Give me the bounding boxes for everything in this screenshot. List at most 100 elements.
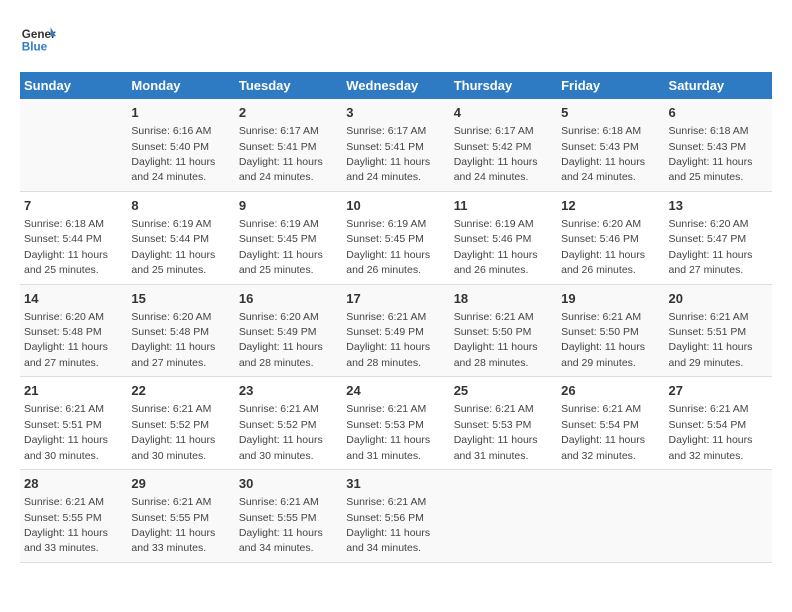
calendar-cell: 17 Sunrise: 6:21 AMSunset: 5:49 PMDayligh… <box>342 284 449 377</box>
day-number: 4 <box>454 104 553 122</box>
day-number: 7 <box>24 197 123 215</box>
day-number: 24 <box>346 382 445 400</box>
day-number: 14 <box>24 290 123 308</box>
week-row-5: 28 Sunrise: 6:21 AMSunset: 5:55 PMDayligh… <box>20 470 772 563</box>
day-info: Sunrise: 6:17 AMSunset: 5:41 PMDaylight:… <box>239 125 323 183</box>
day-info: Sunrise: 6:21 AMSunset: 5:55 PMDaylight:… <box>239 496 323 554</box>
calendar-cell: 19Sunrise: 6:21 AMSunset: 5:50 PMDayligh… <box>557 284 664 377</box>
day-number: 13 <box>669 197 768 215</box>
page-header: General Blue <box>20 20 772 56</box>
day-number: 18 <box>454 290 553 308</box>
day-info: Sunrise: 6:20 AMSunset: 5:49 PMDaylight:… <box>239 311 323 369</box>
day-header-tuesday: Tuesday <box>235 72 342 99</box>
day-info: Sunrise: 6:21 AMSunset: 5:55 PMDaylight:… <box>24 496 108 554</box>
day-header-thursday: Thursday <box>450 72 557 99</box>
week-row-3: 14 Sunrise: 6:20 AMSunset: 5:48 PMDayligh… <box>20 284 772 377</box>
day-info: Sunrise: 6:21 AMSunset: 5:52 PMDaylight:… <box>239 403 323 461</box>
week-row-1: 1 Sunrise: 6:16 AMSunset: 5:40 PMDaylight… <box>20 99 772 191</box>
day-info: Sunrise: 6:21 AMSunset: 5:55 PMDaylight:… <box>131 496 215 554</box>
day-number: 23 <box>239 382 338 400</box>
calendar-cell: 30 Sunrise: 6:21 AMSunset: 5:55 PMDayligh… <box>235 470 342 563</box>
calendar-cell: 27Sunrise: 6:21 AMSunset: 5:54 PMDayligh… <box>665 377 772 470</box>
day-number: 1 <box>131 104 230 122</box>
calendar-cell: 16 Sunrise: 6:20 AMSunset: 5:49 PMDayligh… <box>235 284 342 377</box>
calendar-cell: 29Sunrise: 6:21 AMSunset: 5:55 PMDayligh… <box>127 470 234 563</box>
calendar-cell: 21 Sunrise: 6:21 AMSunset: 5:51 PMDayligh… <box>20 377 127 470</box>
calendar-cell: 3 Sunrise: 6:17 AMSunset: 5:41 PMDaylight… <box>342 99 449 191</box>
day-info: Sunrise: 6:21 AMSunset: 5:56 PMDaylight:… <box>346 496 430 554</box>
calendar-cell <box>665 470 772 563</box>
day-number: 9 <box>239 197 338 215</box>
day-info: Sunrise: 6:21 AMSunset: 5:53 PMDaylight:… <box>346 403 430 461</box>
header-row: SundayMondayTuesdayWednesdayThursdayFrid… <box>20 72 772 99</box>
day-info: Sunrise: 6:19 AMSunset: 5:44 PMDaylight:… <box>131 218 215 276</box>
day-number: 20 <box>669 290 768 308</box>
day-number: 31 <box>346 475 445 493</box>
day-number: 16 <box>239 290 338 308</box>
calendar-cell: 2Sunrise: 6:17 AMSunset: 5:41 PMDaylight… <box>235 99 342 191</box>
calendar-cell: 5Sunrise: 6:18 AMSunset: 5:43 PMDaylight… <box>557 99 664 191</box>
calendar-cell: 31 Sunrise: 6:21 AMSunset: 5:56 PMDayligh… <box>342 470 449 563</box>
day-number: 17 <box>346 290 445 308</box>
day-number: 25 <box>454 382 553 400</box>
calendar-cell: 26 Sunrise: 6:21 AMSunset: 5:54 PMDayligh… <box>557 377 664 470</box>
calendar-cell: 8 Sunrise: 6:19 AMSunset: 5:44 PMDaylight… <box>127 191 234 284</box>
day-info: Sunrise: 6:21 AMSunset: 5:52 PMDaylight:… <box>131 403 215 461</box>
day-info: Sunrise: 6:21 AMSunset: 5:50 PMDaylight:… <box>561 311 645 369</box>
calendar-cell: 15 Sunrise: 6:20 AMSunset: 5:48 PMDayligh… <box>127 284 234 377</box>
day-number: 12 <box>561 197 660 215</box>
day-header-monday: Monday <box>127 72 234 99</box>
day-info: Sunrise: 6:21 AMSunset: 5:51 PMDaylight:… <box>669 311 753 369</box>
day-header-wednesday: Wednesday <box>342 72 449 99</box>
logo: General Blue <box>20 20 60 56</box>
calendar-table: SundayMondayTuesdayWednesdayThursdayFrid… <box>20 72 772 563</box>
day-info: Sunrise: 6:18 AMSunset: 5:43 PMDaylight:… <box>669 125 753 183</box>
day-info: Sunrise: 6:18 AMSunset: 5:44 PMDaylight:… <box>24 218 108 276</box>
calendar-cell: 1 Sunrise: 6:16 AMSunset: 5:40 PMDaylight… <box>127 99 234 191</box>
day-header-saturday: Saturday <box>665 72 772 99</box>
calendar-cell: 4 Sunrise: 6:17 AMSunset: 5:42 PMDaylight… <box>450 99 557 191</box>
calendar-cell: 28 Sunrise: 6:21 AMSunset: 5:55 PMDayligh… <box>20 470 127 563</box>
day-info: Sunrise: 6:19 AMSunset: 5:45 PMDaylight:… <box>346 218 430 276</box>
calendar-cell: 22 Sunrise: 6:21 AMSunset: 5:52 PMDayligh… <box>127 377 234 470</box>
day-info: Sunrise: 6:20 AMSunset: 5:48 PMDaylight:… <box>24 311 108 369</box>
week-row-4: 21 Sunrise: 6:21 AMSunset: 5:51 PMDayligh… <box>20 377 772 470</box>
day-info: Sunrise: 6:20 AMSunset: 5:48 PMDaylight:… <box>131 311 215 369</box>
day-number: 6 <box>669 104 768 122</box>
day-number: 15 <box>131 290 230 308</box>
day-number: 8 <box>131 197 230 215</box>
day-info: Sunrise: 6:21 AMSunset: 5:54 PMDaylight:… <box>561 403 645 461</box>
day-number: 3 <box>346 104 445 122</box>
calendar-cell: 25 Sunrise: 6:21 AMSunset: 5:53 PMDayligh… <box>450 377 557 470</box>
calendar-cell: 24 Sunrise: 6:21 AMSunset: 5:53 PMDayligh… <box>342 377 449 470</box>
calendar-cell <box>450 470 557 563</box>
day-info: Sunrise: 6:16 AMSunset: 5:40 PMDaylight:… <box>131 125 215 183</box>
calendar-cell <box>20 99 127 191</box>
calendar-cell <box>557 470 664 563</box>
day-number: 10 <box>346 197 445 215</box>
day-info: Sunrise: 6:19 AMSunset: 5:45 PMDaylight:… <box>239 218 323 276</box>
calendar-cell: 14 Sunrise: 6:20 AMSunset: 5:48 PMDayligh… <box>20 284 127 377</box>
day-number: 22 <box>131 382 230 400</box>
day-info: Sunrise: 6:21 AMSunset: 5:50 PMDaylight:… <box>454 311 538 369</box>
day-info: Sunrise: 6:21 AMSunset: 5:51 PMDaylight:… <box>24 403 108 461</box>
day-number: 21 <box>24 382 123 400</box>
day-info: Sunrise: 6:17 AMSunset: 5:42 PMDaylight:… <box>454 125 538 183</box>
day-number: 30 <box>239 475 338 493</box>
week-row-2: 7 Sunrise: 6:18 AMSunset: 5:44 PMDaylight… <box>20 191 772 284</box>
calendar-cell: 6 Sunrise: 6:18 AMSunset: 5:43 PMDaylight… <box>665 99 772 191</box>
day-number: 28 <box>24 475 123 493</box>
day-info: Sunrise: 6:21 AMSunset: 5:53 PMDaylight:… <box>454 403 538 461</box>
day-number: 26 <box>561 382 660 400</box>
logo-icon: General Blue <box>20 20 56 56</box>
calendar-cell: 10 Sunrise: 6:19 AMSunset: 5:45 PMDayligh… <box>342 191 449 284</box>
day-info: Sunrise: 6:17 AMSunset: 5:41 PMDaylight:… <box>346 125 430 183</box>
day-info: Sunrise: 6:21 AMSunset: 5:49 PMDaylight:… <box>346 311 430 369</box>
calendar-cell: 23 Sunrise: 6:21 AMSunset: 5:52 PMDayligh… <box>235 377 342 470</box>
day-info: Sunrise: 6:21 AMSunset: 5:54 PMDaylight:… <box>669 403 753 461</box>
calendar-cell: 12Sunrise: 6:20 AMSunset: 5:46 PMDayligh… <box>557 191 664 284</box>
calendar-cell: 13Sunrise: 6:20 AMSunset: 5:47 PMDayligh… <box>665 191 772 284</box>
calendar-cell: 20 Sunrise: 6:21 AMSunset: 5:51 PMDayligh… <box>665 284 772 377</box>
calendar-cell: 18 Sunrise: 6:21 AMSunset: 5:50 PMDayligh… <box>450 284 557 377</box>
calendar-cell: 7 Sunrise: 6:18 AMSunset: 5:44 PMDaylight… <box>20 191 127 284</box>
